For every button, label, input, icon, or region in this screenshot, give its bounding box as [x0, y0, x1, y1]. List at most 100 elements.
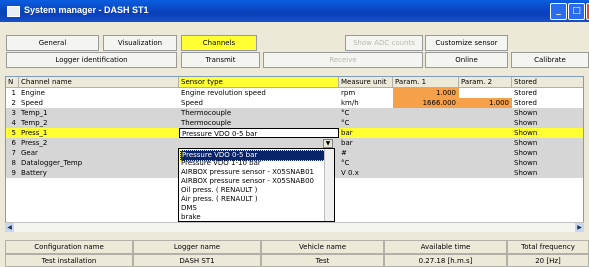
cell-param-1[interactable]: [393, 148, 459, 158]
sensor-type-dropdown-arrow[interactable]: ▼: [323, 139, 333, 148]
cell-channel-name[interactable]: Press_1: [19, 128, 179, 138]
cell-stored[interactable]: Shown: [512, 128, 583, 138]
cell-sensor-type[interactable]: Pressure VDO 0-5 bar: [179, 128, 339, 138]
column-header-param-2[interactable]: Param. 2: [459, 77, 512, 88]
cell-n[interactable]: 8: [6, 158, 19, 168]
cell-channel-name[interactable]: Datalogger_Temp: [19, 158, 179, 168]
channels-button[interactable]: Channels: [181, 35, 257, 51]
cell-sensor-type[interactable]: Speed: [179, 98, 339, 108]
system-manager-window: System manager - DASH ST1 _ □ × General …: [0, 0, 589, 267]
dropdown-option[interactable]: AIRBOX pressure sensor - X05SNAB00: [180, 177, 324, 186]
cell-sensor-type[interactable]: [179, 138, 339, 148]
cell-measure-unit[interactable]: #: [339, 148, 393, 158]
cell-param-2[interactable]: [459, 148, 512, 158]
cell-sensor-type[interactable]: Thermocouple: [179, 118, 339, 128]
cell-stored[interactable]: Stored: [512, 88, 583, 98]
title-bar[interactable]: System manager - DASH ST1 _ □ ×: [0, 0, 589, 22]
cell-n[interactable]: 9: [6, 168, 19, 178]
cell-n[interactable]: 2: [6, 98, 19, 108]
dropdown-option[interactable]: brake: [180, 213, 324, 221]
dropdown-option[interactable]: AIRBOX pressure sensor - X05SNAB01: [180, 168, 324, 177]
cell-param-2[interactable]: [459, 168, 512, 178]
cell-param-2[interactable]: [459, 128, 512, 138]
footer-value-configuration-name: Test installation: [5, 254, 133, 267]
sensor-type-dropdown-list[interactable]: Pressure VDO 0-5 bar Pressure VDO 1-10 ba…: [178, 148, 335, 222]
cell-param-1[interactable]: [393, 138, 459, 148]
column-header-sensor-type[interactable]: Sensor type: [179, 77, 339, 88]
cell-channel-name[interactable]: Speed: [19, 98, 179, 108]
dropdown-option[interactable]: Oil press. ( RENAULT ): [180, 186, 324, 195]
cell-stored[interactable]: Shown: [512, 148, 583, 158]
cell-stored[interactable]: Stored: [512, 98, 583, 108]
scroll-right-arrow-icon[interactable]: ▶: [575, 223, 584, 232]
cell-measure-unit[interactable]: bar: [339, 128, 393, 138]
cell-n[interactable]: 3: [6, 108, 19, 118]
cell-param-2[interactable]: [459, 88, 512, 98]
cell-channel-name[interactable]: Battery: [19, 168, 179, 178]
cell-param-1[interactable]: 1666.000: [393, 98, 459, 108]
scroll-left-arrow-icon[interactable]: ◀: [5, 223, 14, 232]
dropdown-option[interactable]: DMS: [180, 204, 324, 213]
dropdown-scrollbar[interactable]: [324, 149, 334, 221]
cell-param-2[interactable]: 1.000: [459, 98, 512, 108]
maximize-button[interactable]: □: [568, 3, 585, 20]
dropdown-option[interactable]: Pressure VDO 1-10 bar: [180, 159, 324, 168]
grid-horizontal-scrollbar[interactable]: ◀ ▶: [5, 222, 584, 232]
customize-sensor-button[interactable]: Customize sensor: [425, 35, 508, 51]
cell-channel-name[interactable]: Engine: [19, 88, 179, 98]
app-icon: [7, 6, 20, 17]
cell-measure-unit[interactable]: V 0.x: [339, 168, 393, 178]
cell-stored[interactable]: Shown: [512, 118, 583, 128]
column-header-param-1[interactable]: Param. 1: [393, 77, 459, 88]
dropdown-option[interactable]: Air press. ( RENAULT ): [180, 195, 324, 204]
cell-param-2[interactable]: [459, 108, 512, 118]
cell-n[interactable]: 7: [6, 148, 19, 158]
cell-sensor-type[interactable]: Thermocouple: [179, 108, 339, 118]
general-button[interactable]: General: [6, 35, 99, 51]
cell-measure-unit[interactable]: km/h: [339, 98, 393, 108]
online-button[interactable]: Online: [425, 52, 508, 68]
footer-value-vehicle-name: Test: [261, 254, 384, 267]
show-adc-counts-button[interactable]: Show ADC counts: [345, 35, 423, 51]
cell-measure-unit[interactable]: °C: [339, 158, 393, 168]
cell-stored[interactable]: Shown: [512, 168, 583, 178]
cell-param-2[interactable]: [459, 158, 512, 168]
column-header-channel-name[interactable]: Channel name: [19, 77, 179, 88]
column-header-stored[interactable]: Stored: [512, 77, 583, 88]
footer-header-logger-name: Logger name: [133, 240, 261, 254]
transmit-button[interactable]: Transmit: [181, 52, 260, 68]
cell-n[interactable]: 4: [6, 118, 19, 128]
footer-header-vehicle-name: Vehicle name: [261, 240, 384, 254]
cell-channel-name[interactable]: Press_2: [19, 138, 179, 148]
cell-measure-unit[interactable]: rpm: [339, 88, 393, 98]
cell-sensor-type[interactable]: Engine revolution speed: [179, 88, 339, 98]
cell-param-2[interactable]: [459, 138, 512, 148]
cell-n[interactable]: 1: [6, 88, 19, 98]
cell-channel-name[interactable]: Temp_1: [19, 108, 179, 118]
calibrate-button[interactable]: Calibrate: [511, 52, 589, 68]
cell-channel-name[interactable]: Temp_2: [19, 118, 179, 128]
cell-stored[interactable]: Shown: [512, 108, 583, 118]
cell-param-1[interactable]: [393, 168, 459, 178]
column-header-measure-unit[interactable]: Measure unit: [339, 77, 393, 88]
cell-param-1[interactable]: [393, 128, 459, 138]
cell-n[interactable]: 5: [6, 128, 19, 138]
footer-value-logger-name: DASH ST1: [133, 254, 261, 267]
cell-param-1[interactable]: 1.000: [393, 88, 459, 98]
cell-channel-name[interactable]: Gear: [19, 148, 179, 158]
cell-n[interactable]: 6: [6, 138, 19, 148]
cell-param-1[interactable]: [393, 158, 459, 168]
receive-button[interactable]: Receive: [263, 52, 423, 68]
column-header-n[interactable]: N: [6, 77, 19, 88]
cell-measure-unit[interactable]: °C: [339, 118, 393, 128]
cell-param-1[interactable]: [393, 118, 459, 128]
minimize-button[interactable]: _: [550, 3, 567, 20]
logger-identification-button[interactable]: Logger identification: [6, 52, 177, 68]
cell-measure-unit[interactable]: bar: [339, 138, 393, 148]
cell-param-2[interactable]: [459, 118, 512, 128]
cell-stored[interactable]: Shown: [512, 138, 583, 148]
cell-param-1[interactable]: [393, 108, 459, 118]
cell-measure-unit[interactable]: °C: [339, 108, 393, 118]
visualization-button[interactable]: Visualization: [103, 35, 177, 51]
cell-stored[interactable]: Shown: [512, 158, 583, 168]
